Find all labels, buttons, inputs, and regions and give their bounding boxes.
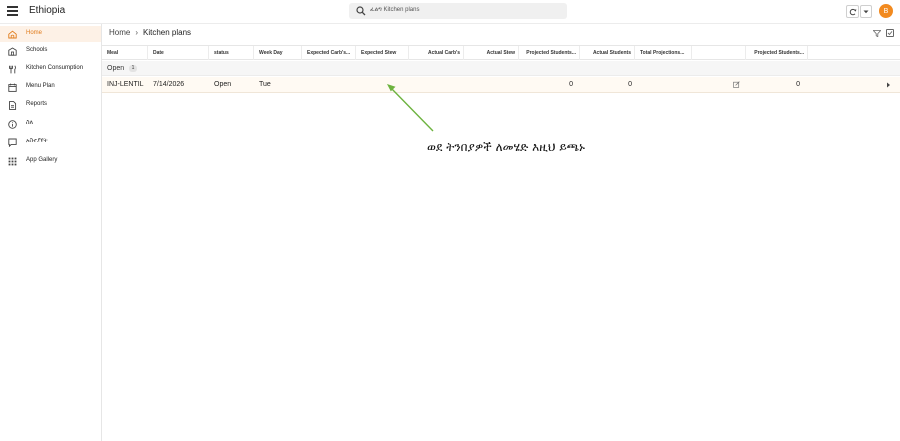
select-checkbox-icon[interactable]: [886, 29, 894, 37]
column-header-status[interactable]: status: [209, 46, 254, 60]
sidebar-item-menu-plan[interactable]: Menu Plan: [0, 79, 101, 95]
sidebar-item-label: Kitchen Consumption: [26, 65, 84, 71]
annotation-arrow: [387, 84, 434, 132]
chevron-right-icon: ›: [135, 28, 139, 37]
cell-week-day: Tue: [259, 81, 271, 88]
table-row[interactable]: INJ-LENTIL 7/14/2026 Open Tue 0 0 0: [102, 77, 900, 93]
page-title: Kitchen plans: [143, 28, 192, 37]
breadcrumb-home[interactable]: Home: [109, 28, 130, 37]
sidebar-item-home[interactable]: Home: [0, 26, 101, 42]
column-header-actual-stew[interactable]: Actual Stew: [464, 46, 519, 60]
edit-icon[interactable]: [733, 81, 740, 88]
column-header-actual-students[interactable]: Actual Students: [580, 46, 635, 60]
column-header-date[interactable]: Date: [148, 46, 209, 60]
group-label: Open: [107, 65, 125, 72]
column-header-total-projections[interactable]: Total Projections...: [635, 46, 692, 60]
breadcrumb: Home › Kitchen plans: [109, 28, 191, 37]
column-header-projected-students-2[interactable]: Projected Students...: [746, 46, 808, 60]
sync-button[interactable]: [846, 5, 859, 18]
column-header-action: [692, 46, 746, 60]
cell-actual-students: 0: [628, 81, 632, 88]
sidebar-item-label: Reports: [26, 101, 48, 107]
column-header-meal[interactable]: Meal: [102, 46, 148, 60]
cell-status: Open: [214, 81, 232, 88]
calendar-icon: [8, 83, 17, 92]
sidebar-item-label: Schools: [26, 47, 48, 53]
group-count-badge: 1: [129, 65, 137, 72]
search-placeholder: ፈልግ Kitchen plans: [370, 7, 420, 13]
sidebar-item-kitchen-consumption[interactable]: Kitchen Consumption: [0, 61, 101, 77]
annotation-text: ወደ ትንበያዎች ለመሄድ እዚህ ይጫኑ: [427, 140, 585, 154]
app-title: Ethiopia: [29, 5, 66, 16]
cell-projected-students-2: 0: [796, 81, 800, 88]
sidebar: Home Schools Kitchen Consumption Menu Pl…: [0, 24, 102, 441]
cell-date: 7/14/2026: [153, 81, 185, 88]
sidebar-item-about[interactable]: ስለ: [0, 116, 101, 132]
column-header-projected-students[interactable]: Projected Students...: [519, 46, 580, 60]
sidebar-item-app-gallery[interactable]: App Gallery: [0, 153, 101, 169]
sidebar-item-label: Home: [26, 30, 43, 36]
school-icon: [8, 47, 17, 56]
check-icon: [887, 31, 893, 36]
top-bar: Ethiopia ፈልግ Kitchen plans B: [0, 0, 900, 24]
column-header-expected-carbs[interactable]: Expected Carb's...: [302, 46, 356, 60]
report-icon: [9, 101, 17, 110]
search-icon: [356, 6, 366, 16]
sync-options-button[interactable]: [860, 5, 872, 18]
sidebar-item-label: Menu Plan: [26, 83, 55, 89]
feedback-icon: [8, 138, 17, 147]
table-header: Meal Date status Week Day Expected Carb'…: [102, 45, 900, 60]
column-header-expected-stew[interactable]: Expected Stew: [356, 46, 409, 60]
column-header-week-day[interactable]: Week Day: [254, 46, 302, 60]
column-header-actual-carbs[interactable]: Actual Carb's: [409, 46, 464, 60]
filter-icon[interactable]: [873, 30, 881, 37]
group-row-open[interactable]: Open 1: [102, 61, 900, 76]
search-input[interactable]: ፈልግ Kitchen plans: [349, 3, 567, 19]
sidebar-item-feedback[interactable]: አስተያየት: [0, 134, 101, 150]
sidebar-item-reports[interactable]: Reports: [0, 97, 101, 113]
sidebar-item-label: ስለ: [26, 120, 34, 126]
sidebar-item-label: አስተያየት: [26, 138, 48, 144]
sidebar-item-schools[interactable]: Schools: [0, 43, 101, 59]
avatar[interactable]: B: [879, 4, 893, 18]
home-icon: [8, 30, 17, 39]
sidebar-item-label: App Gallery: [26, 157, 58, 163]
sync-icon: [849, 8, 856, 15]
cell-meal: INJ-LENTIL: [107, 81, 144, 88]
menu-icon[interactable]: [7, 6, 18, 16]
cell-projected-students: 0: [569, 81, 573, 88]
utensils-icon: [9, 65, 16, 74]
info-icon: [8, 120, 17, 129]
chevron-right-icon[interactable]: [886, 82, 891, 88]
chevron-down-icon: [863, 10, 869, 13]
grid-icon: [8, 157, 17, 166]
